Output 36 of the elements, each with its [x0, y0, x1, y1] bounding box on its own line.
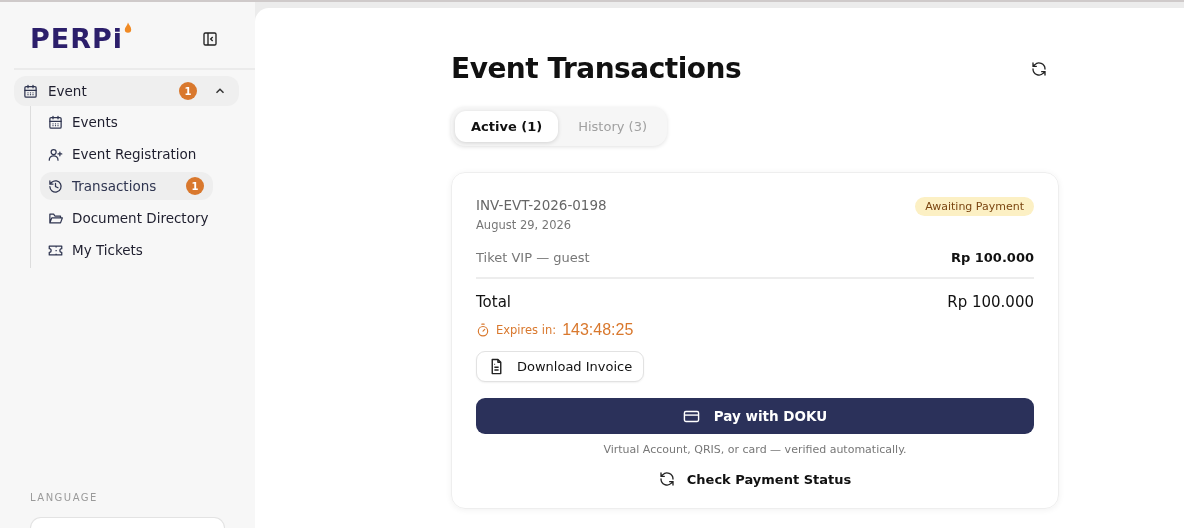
- history-icon: [48, 178, 63, 194]
- count-badge: 1: [186, 177, 204, 195]
- nav-group-item[interactable]: Event 1: [14, 76, 239, 106]
- nav-item[interactable]: Events: [40, 108, 213, 136]
- nav-item[interactable]: My Tickets: [40, 236, 213, 264]
- payment-note: Virtual Account, QRIS, or card — verified automatically.: [602, 443, 908, 456]
- calendar-icon: [23, 83, 38, 99]
- total-label: Total: [476, 293, 512, 311]
- nav-item[interactable]: Document Directory: [40, 204, 213, 232]
- expires-label: Expires in:: [496, 323, 557, 337]
- collapse-sidebar-button[interactable]: [201, 30, 219, 48]
- countdown-timer: 143:48:25: [562, 321, 634, 339]
- invoice-date: August 29, 2026: [476, 218, 573, 232]
- ticket-icon: [48, 242, 63, 258]
- nav-item[interactable]: Event Registration: [40, 140, 213, 168]
- folder-icon: [48, 210, 63, 226]
- tab[interactable]: Active (1): [455, 111, 559, 142]
- page-title: Event Transactions: [451, 52, 742, 85]
- logo: PERPi: [30, 22, 124, 56]
- status-badge: Awaiting Payment: [915, 197, 1034, 216]
- calendar-icon: [48, 114, 63, 130]
- count-badge: 1: [179, 82, 197, 100]
- refresh-icon: [658, 471, 675, 487]
- total-amount: Rp 100.000: [947, 293, 1034, 311]
- download-invoice-button[interactable]: Download Invoice: [476, 351, 645, 382]
- check-payment-status-button[interactable]: Check Payment Status: [652, 470, 858, 488]
- pay-button[interactable]: Pay with DOKU: [476, 398, 1034, 434]
- timer-icon: [476, 323, 490, 337]
- user-plus-icon: [48, 146, 63, 162]
- line-item-name: Tiket VIP — guest: [476, 250, 590, 265]
- flame-icon: [124, 22, 133, 34]
- refresh-button[interactable]: [1031, 59, 1049, 78]
- invoice-number: INV-EVT-2026-0198: [476, 197, 607, 213]
- line-item-amount: Rp 100.000: [950, 250, 1034, 265]
- section-label: LANGUAGE: [30, 492, 99, 503]
- nav-item[interactable]: Transactions 1: [40, 172, 213, 200]
